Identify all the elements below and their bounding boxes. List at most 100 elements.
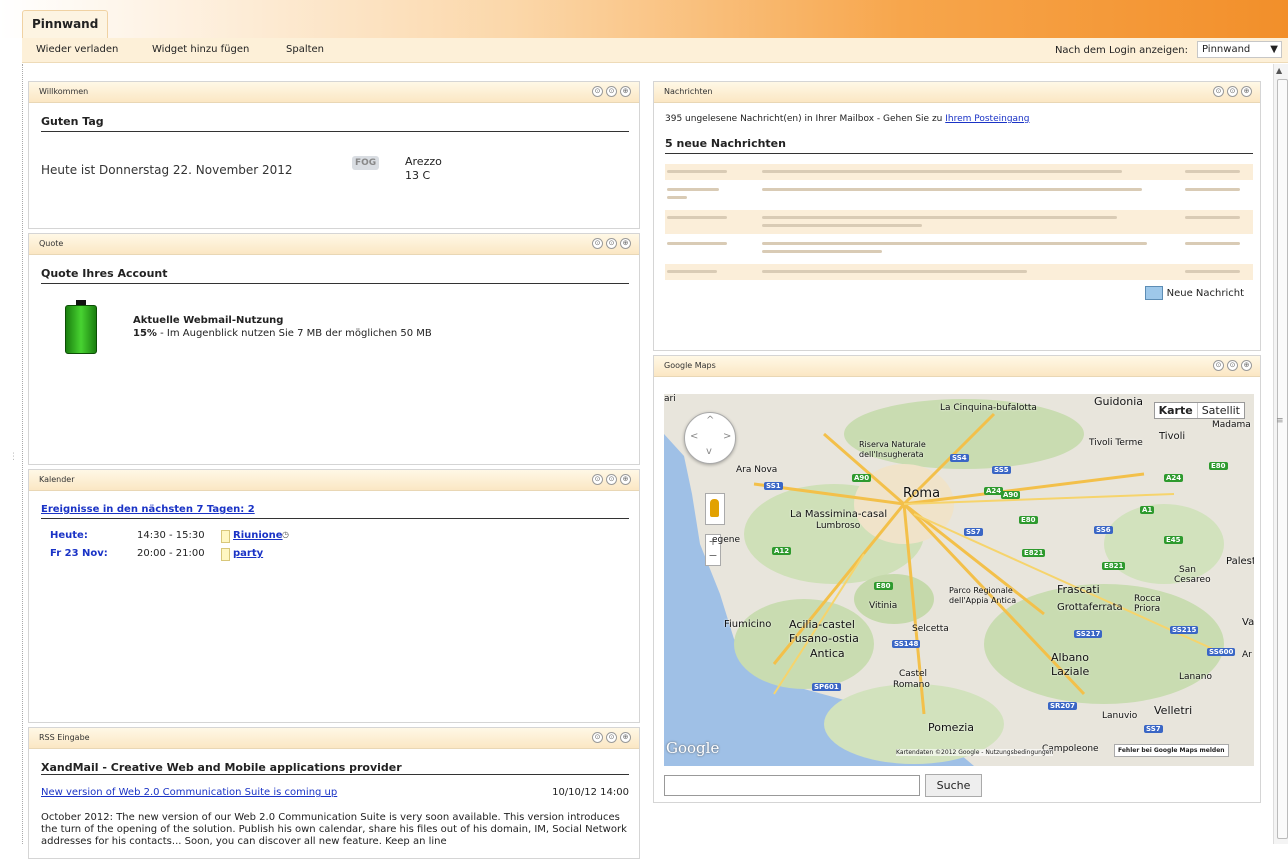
minimize-icon[interactable]: ⊙ <box>1213 360 1224 371</box>
report-map-error-link[interactable]: Fehler bei Google Maps melden <box>1114 744 1229 757</box>
widget-header[interactable]: Google Maps ⊙ ⊙ ⊕ <box>654 356 1260 377</box>
google-logo: Google <box>666 739 720 757</box>
columns-button[interactable]: Spalten <box>286 44 324 55</box>
map-label: Fiumicino <box>724 619 772 630</box>
fog-weather-icon: FOG <box>352 156 380 170</box>
widget-header[interactable]: Kalender ⊙ ⊙ ⊕ <box>29 470 639 491</box>
map-canvas[interactable]: ^ < > v + − Karte Satellit ari La Cinquina-bu… <box>664 394 1254 766</box>
event-day: Heute: <box>50 530 88 541</box>
divider <box>41 774 629 775</box>
widget-header[interactable]: RSS Eingabe ⊙ ⊙ ⊕ <box>29 728 639 749</box>
page-scrollbar[interactable]: ▲ ≡ <box>1273 64 1288 844</box>
map-label: Ar <box>1242 650 1252 660</box>
road-shield: SS7 <box>1144 725 1163 733</box>
add-widget-button[interactable]: Widget hinzu fügen <box>152 44 249 55</box>
event-title-link[interactable]: party <box>233 548 263 559</box>
map-pan-control[interactable]: ^ < > v <box>684 412 736 464</box>
map-label: Guidonia <box>1094 395 1144 408</box>
toolbar: Wieder verladen Widget hinzu fügen Spalt… <box>22 38 1288 63</box>
map-label: Val <box>1242 617 1254 628</box>
tab-pinnwand[interactable]: Pinnwand <box>22 10 109 39</box>
widget-controls: ⊙ ⊙ ⊕ <box>1210 360 1252 373</box>
map-label: Tivoli Terme <box>1089 438 1143 448</box>
minimize-icon[interactable]: ⊙ <box>592 238 603 249</box>
widget-quota: Quote ⊙ ⊙ ⊕ Quote Ihres Account Aktuelle W… <box>28 233 640 465</box>
map-label: Rocca <box>1134 594 1161 604</box>
message-row[interactable] <box>665 182 1253 208</box>
map-type-control[interactable]: Karte Satellit <box>1153 402 1245 419</box>
event-title-link[interactable]: Riunione <box>233 530 283 541</box>
events-link[interactable]: Ereignisse in den nächsten 7 Tagen: 2 <box>41 504 255 515</box>
map-label: Pomezia <box>928 721 975 734</box>
map-attribution[interactable]: Kartendaten ©2012 Google - Nutzungsbedin… <box>896 749 1054 756</box>
settings-icon[interactable]: ⊙ <box>606 86 617 97</box>
road-shield: SR207 <box>1048 702 1078 710</box>
message-row[interactable] <box>665 236 1253 262</box>
widget-title: Kalender <box>39 475 75 484</box>
map-label: Madama <box>1212 420 1251 430</box>
close-icon[interactable]: ⊕ <box>620 474 631 485</box>
message-row[interactable] <box>665 164 1253 180</box>
close-icon[interactable]: ⊕ <box>620 86 631 97</box>
road-shield: SS4 <box>950 454 969 462</box>
divider <box>41 518 629 519</box>
close-icon[interactable]: ⊕ <box>620 238 631 249</box>
map-label: La Cinquina-bufalotta <box>940 403 1037 413</box>
widget-header[interactable]: Willkommen ⊙ ⊙ ⊕ <box>29 82 639 103</box>
minimize-icon[interactable]: ⊙ <box>592 732 603 743</box>
current-date: Heute ist Donnerstag 22. November 2012 <box>41 163 293 177</box>
message-row[interactable] <box>665 264 1253 280</box>
minimize-icon[interactable]: ⊙ <box>592 86 603 97</box>
greeting: Guten Tag <box>41 115 629 132</box>
widget-title: Google Maps <box>664 361 716 370</box>
road-shield: SS217 <box>1074 630 1103 638</box>
settings-icon[interactable]: ⊙ <box>1227 86 1238 97</box>
calendar-color-icon <box>221 530 230 543</box>
road-shield: SS6 <box>1094 526 1113 534</box>
map-label: Ara Nova <box>736 465 778 475</box>
chevron-down-icon: ▼ <box>1270 44 1278 55</box>
minimize-icon[interactable]: ⊙ <box>592 474 603 485</box>
map-type-karte[interactable]: Karte <box>1155 403 1198 418</box>
map-label: egene <box>712 535 741 545</box>
road-shield: E821 <box>1102 562 1126 570</box>
settings-icon[interactable]: ⊙ <box>606 732 617 743</box>
settings-icon[interactable]: ⊙ <box>606 238 617 249</box>
reload-button[interactable]: Wieder verladen <box>36 44 118 55</box>
map-search-button[interactable]: Suche <box>925 774 982 797</box>
top-orange-band <box>0 0 1288 38</box>
map-label: Lanano <box>1179 672 1212 682</box>
scroll-up-icon[interactable]: ▲ <box>1276 66 1282 75</box>
inbox-link[interactable]: Ihrem Posteingang <box>945 114 1029 124</box>
compose-icon <box>1144 286 1163 300</box>
close-icon[interactable]: ⊕ <box>620 732 631 743</box>
login-display-select[interactable]: Pinnwand ▼ <box>1197 41 1282 58</box>
road-shield: SP601 <box>812 683 841 691</box>
widget-header[interactable]: Quote ⊙ ⊙ ⊕ <box>29 234 639 255</box>
new-message-button[interactable]: Neue Nachricht <box>1144 286 1244 300</box>
map-type-satellit[interactable]: Satellit <box>1198 403 1244 418</box>
widget-title: Willkommen <box>39 87 89 96</box>
settings-icon[interactable]: ⊙ <box>1227 360 1238 371</box>
widget-controls: ⊙ ⊙ ⊕ <box>589 732 631 745</box>
map-label: Albano <box>1051 651 1090 664</box>
minimize-icon[interactable]: ⊙ <box>1213 86 1224 97</box>
widget-header[interactable]: Nachrichten ⊙ ⊙ ⊕ <box>654 82 1260 103</box>
widget-rss: RSS Eingabe ⊙ ⊙ ⊕ XandMail - Creative Web … <box>28 727 640 859</box>
map-search-input[interactable] <box>664 775 920 796</box>
resize-grip-icon[interactable]: ⋮ <box>9 452 18 462</box>
new-message-label: Neue Nachricht <box>1166 288 1244 299</box>
scrollbar-thumb[interactable] <box>1277 79 1288 839</box>
login-display-label: Nach dem Login anzeigen: <box>1054 45 1188 56</box>
settings-icon[interactable]: ⊙ <box>606 474 617 485</box>
message-row[interactable] <box>665 210 1253 234</box>
close-icon[interactable]: ⊕ <box>1241 360 1252 371</box>
usage-line: 15% - Im Augenblick nutzen Sie 7 MB der … <box>133 327 432 340</box>
widget-controls: ⊙ ⊙ ⊕ <box>1210 86 1252 99</box>
map-label: Priora <box>1134 604 1161 614</box>
dashboard-content: Willkommen ⊙ ⊙ ⊕ Guten Tag Heute ist Donne… <box>22 64 1273 859</box>
rss-item-link[interactable]: New version of Web 2.0 Communication Sui… <box>41 787 337 798</box>
close-icon[interactable]: ⊕ <box>1241 86 1252 97</box>
street-view-pegman-icon[interactable] <box>705 493 725 525</box>
road-shield: SS5 <box>992 466 1011 474</box>
